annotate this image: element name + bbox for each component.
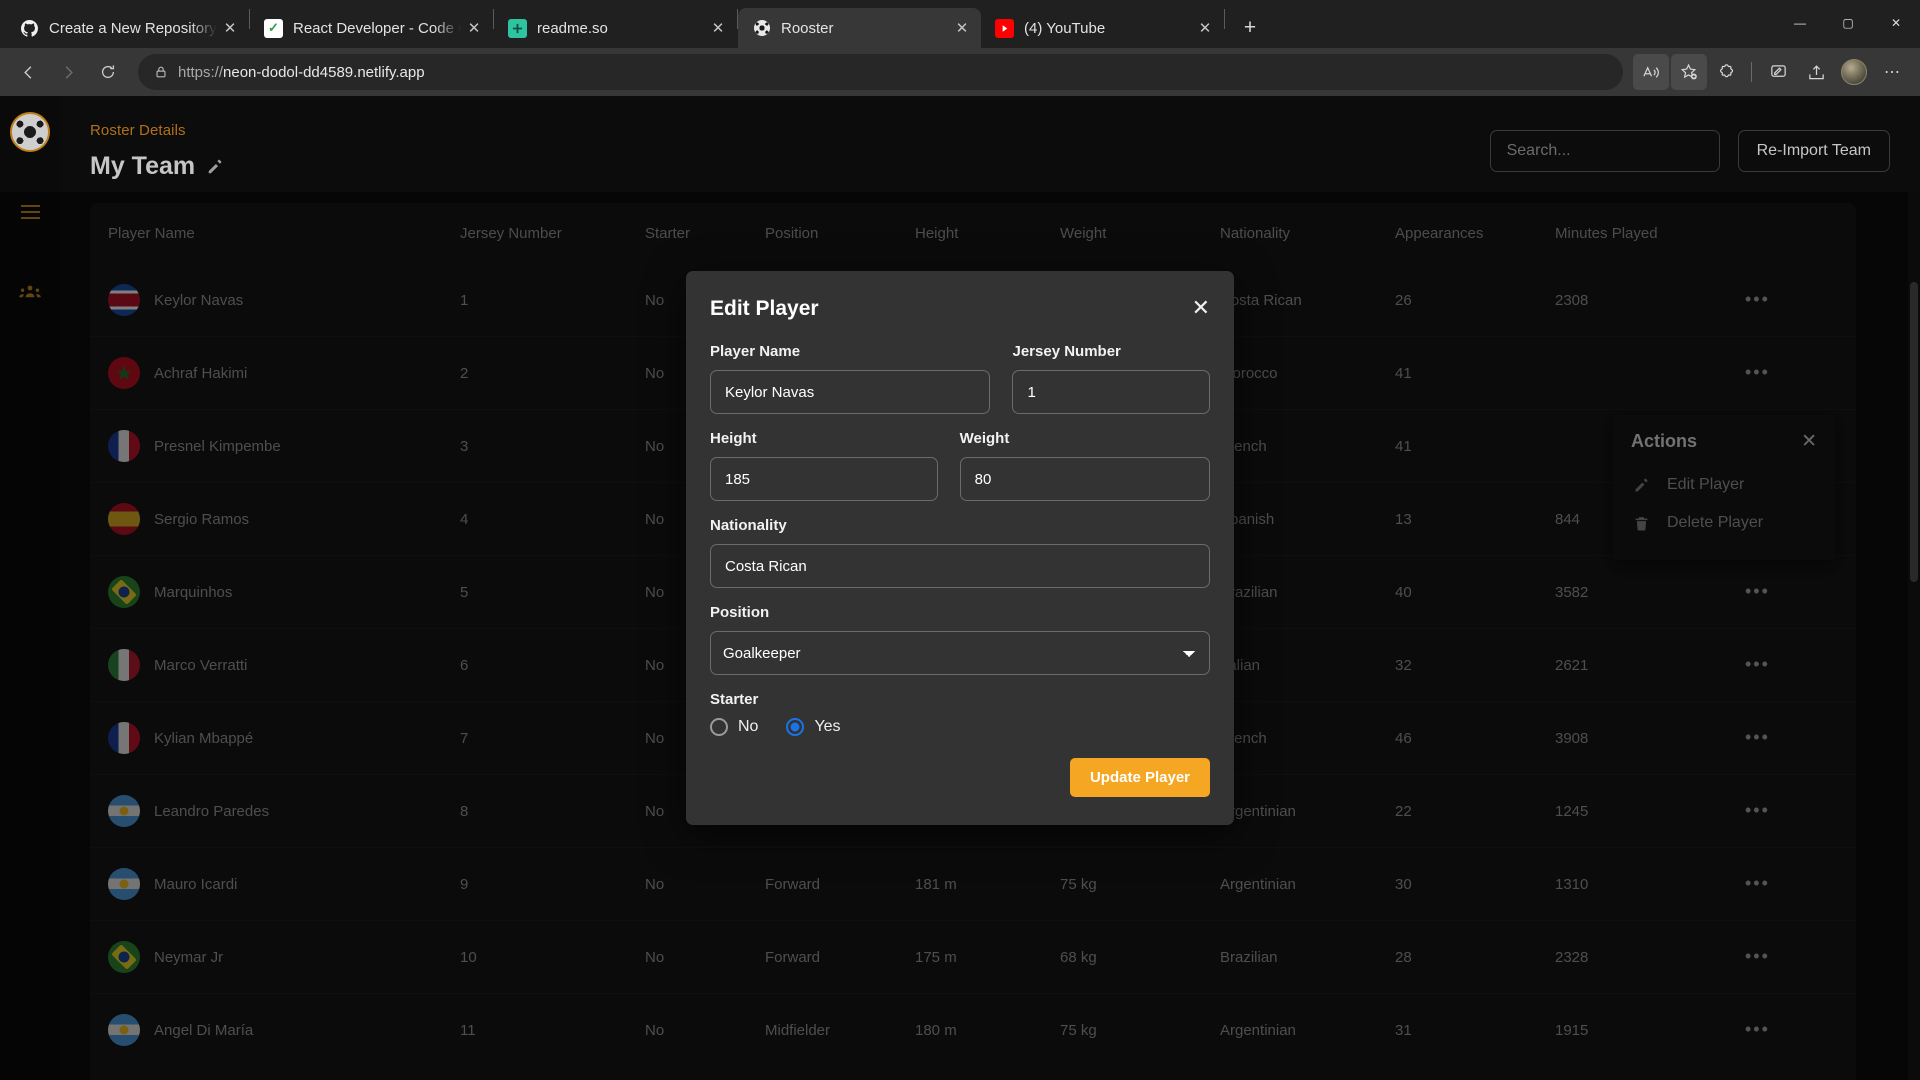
tab-title: Rooster [781, 19, 834, 37]
name-jersey-row: Player Name Jersey Number [710, 343, 1210, 430]
settings-more-icon[interactable]: ⋯ [1874, 54, 1910, 90]
starter-yes-label: Yes [814, 718, 841, 735]
browser-toolbar: https://neon-dodol-dd4589.netlify.app ⋯ [0, 48, 1920, 96]
position-label: Position [710, 604, 770, 621]
modal-header: Edit Player ✕ [710, 297, 1210, 321]
toolbar-icons: ⋯ [1631, 54, 1910, 90]
tab-strip: Create a New Repository ✕ ✓ React Develo… [0, 0, 1920, 48]
soccer-ball-logo[interactable] [10, 112, 50, 152]
tab-title: React Developer - Code Challenge [293, 19, 461, 37]
nationality-input[interactable] [710, 544, 1210, 588]
browser-window: Create a New Repository ✕ ✓ React Develo… [0, 0, 1920, 1080]
jersey-number-label: Jersey Number [1012, 343, 1121, 360]
tab-close-icon[interactable]: ✕ [705, 15, 731, 41]
height-weight-row: Height Weight [710, 430, 1210, 517]
add-favorite-icon[interactable] [1671, 54, 1707, 90]
weight-label: Weight [959, 430, 1010, 447]
page-header-left: Roster Details My Team [90, 122, 224, 181]
reload-icon[interactable] [90, 54, 126, 90]
height-label: Height [710, 430, 757, 447]
github-icon [20, 19, 39, 38]
tab-close-icon[interactable]: ✕ [217, 15, 243, 41]
starter-radio-row: No Yes [710, 718, 1210, 736]
team-title-row: My Team [90, 152, 224, 181]
tab-close-icon[interactable]: ✕ [949, 15, 975, 41]
search-placeholder: Search... [1506, 142, 1571, 159]
tab-title: Create a New Repository [49, 19, 217, 37]
tab-title: (4) YouTube [1024, 19, 1106, 37]
modal-title: Edit Player [710, 297, 819, 320]
reimport-team-button[interactable]: Re-Import Team [1737, 130, 1890, 172]
page-header: Roster Details My Team Search... Re-Impo… [90, 122, 1890, 181]
address-text: https://neon-dodol-dd4589.netlify.app [178, 63, 425, 81]
modal-footer: Update Player [710, 758, 1210, 797]
player-name-input[interactable] [710, 370, 991, 414]
height-input[interactable] [710, 457, 938, 501]
search-input[interactable]: Search... [1489, 130, 1720, 172]
share-icon[interactable] [1798, 54, 1834, 90]
starter-group: Starter No Yes [710, 691, 1210, 736]
update-player-button[interactable]: Update Player [1069, 758, 1210, 797]
browser-tab-3[interactable]: Rooster ✕ [738, 8, 981, 48]
tab-close-icon[interactable]: ✕ [461, 15, 487, 41]
tab-divider [1224, 9, 1225, 29]
pencil-icon[interactable] [206, 158, 224, 176]
browser-tab-2[interactable]: readme.so ✕ [494, 8, 737, 48]
jersey-number-group: Jersey Number [1012, 343, 1210, 414]
checkmark-icon: ✓ [264, 18, 283, 38]
page-header-right: Search... Re-Import Team [1489, 130, 1890, 172]
browser-tab-0[interactable]: Create a New Repository ✕ [6, 8, 249, 48]
address-host: neon-dodol-dd4589.netlify.app [223, 63, 425, 81]
starter-yes-radio[interactable] [786, 718, 805, 736]
edit-player-modal: Edit Player ✕ Player Name Jersey Number … [686, 271, 1234, 825]
page-title: My Team [90, 152, 196, 180]
window-controls: — ▢ ✕ [1776, 0, 1920, 46]
close-icon[interactable]: ✕ [1192, 297, 1210, 319]
browser-tab-4[interactable]: (4) YouTube ✕ [981, 8, 1224, 48]
read-aloud-icon[interactable] [1633, 54, 1669, 90]
nationality-group: Nationality [710, 517, 1210, 588]
position-group: Position GoalkeeperDefenderMidfielderFor… [710, 604, 1210, 675]
toolbar-divider [1751, 62, 1752, 82]
player-name-label: Player Name [710, 343, 801, 360]
starter-no-label: No [738, 718, 759, 735]
collections-icon[interactable] [1760, 54, 1796, 90]
readme-icon [508, 18, 527, 38]
youtube-icon [995, 18, 1014, 38]
minimize-icon[interactable]: — [1776, 0, 1824, 46]
extensions-icon[interactable] [1709, 54, 1745, 90]
back-arrow-icon[interactable] [10, 54, 46, 90]
soccer-ball-icon [752, 19, 771, 38]
height-group: Height [710, 430, 938, 501]
starter-label: Starter [710, 691, 759, 708]
profile-avatar[interactable] [1836, 54, 1872, 90]
maximize-icon[interactable]: ▢ [1824, 0, 1872, 46]
new-tab-button[interactable]: + [1233, 11, 1267, 45]
address-bar[interactable]: https://neon-dodol-dd4589.netlify.app [138, 54, 1623, 90]
breadcrumb[interactable]: Roster Details [90, 122, 224, 139]
nationality-label: Nationality [710, 517, 787, 534]
weight-input[interactable] [959, 457, 1210, 501]
position-select[interactable]: GoalkeeperDefenderMidfielderForward [710, 631, 1210, 675]
forward-arrow-icon[interactable] [50, 54, 86, 90]
weight-group: Weight [959, 430, 1210, 501]
browser-tab-1[interactable]: ✓ React Developer - Code Challenge ✕ [250, 8, 493, 48]
lock-icon [154, 65, 168, 79]
player-name-group: Player Name [710, 343, 991, 414]
jersey-number-input[interactable] [1012, 370, 1210, 414]
close-window-icon[interactable]: ✕ [1872, 0, 1920, 46]
tab-title: readme.so [537, 19, 608, 37]
starter-no-radio[interactable] [710, 718, 728, 736]
app-viewport: Roster Details My Team Search... Re-Impo… [0, 96, 1920, 1080]
tab-close-icon[interactable]: ✕ [1192, 15, 1218, 41]
